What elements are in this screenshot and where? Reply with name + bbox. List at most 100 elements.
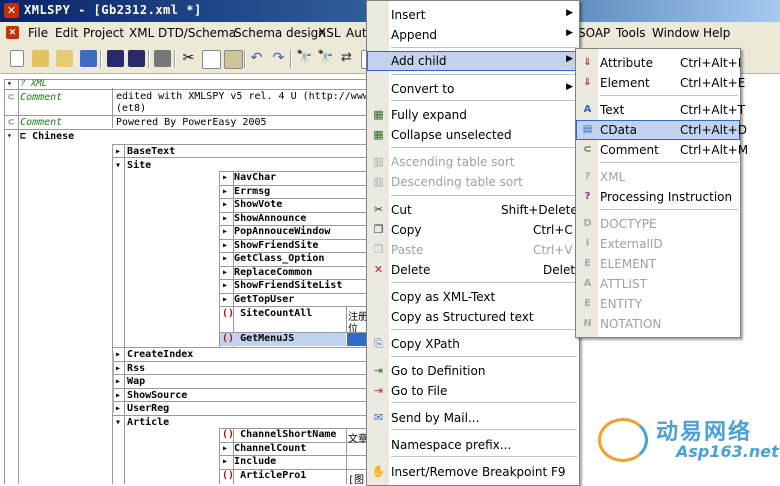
menu-item-copy-as-structured-text[interactable]: Copy as Structured text: [367, 307, 579, 327]
node-showvote[interactable]: ▸ ShowVote: [222, 199, 282, 210]
menu-item-delete[interactable]: ✕ Delete Delete: [367, 260, 583, 280]
node-userreg[interactable]: ▸ UserReg: [115, 403, 169, 414]
node-articlepro1[interactable]: () ArticlePro1: [222, 470, 306, 481]
submenu-item-processing-instruction[interactable]: ? Processing Instruction: [576, 187, 740, 207]
node-showfriendsitelist[interactable]: ▸ ShowFriendSiteList: [222, 280, 342, 291]
menu-item-copy-as-xml-text[interactable]: Copy as XML-Text: [367, 287, 579, 307]
node-showfriendsite[interactable]: ▸ ShowFriendSite: [222, 240, 318, 251]
expand-toggle[interactable]: ▸: [222, 294, 234, 305]
menu-schema-design[interactable]: Schema design: [234, 26, 326, 40]
comment-2-text[interactable]: Powered By PowerEasy 2005: [116, 117, 267, 128]
expand-toggle[interactable]: ▸: [222, 280, 234, 291]
menu-project[interactable]: Project: [83, 26, 124, 40]
open-url-icon[interactable]: [56, 50, 73, 67]
node-errmsg[interactable]: ▸ Errmsg: [222, 186, 270, 197]
paste-icon[interactable]: [224, 50, 243, 69]
expand-toggle[interactable]: ▸: [222, 172, 234, 183]
menu-window[interactable]: Window: [652, 26, 699, 40]
expand-toggle[interactable]: ▸: [115, 403, 127, 414]
expand-toggle[interactable]: ▸: [222, 226, 234, 237]
expand-toggle[interactable]: ▸: [222, 253, 234, 264]
expand-toggle[interactable]: ▸: [222, 443, 234, 454]
open-folder-icon[interactable]: [32, 50, 49, 67]
reload-icon[interactable]: [80, 50, 97, 67]
menu-item-copy[interactable]: ❐ Copy Ctrl+C: [367, 220, 579, 240]
undo-icon[interactable]: ↶: [248, 50, 265, 67]
expand-toggle[interactable]: ▸: [222, 240, 234, 251]
root-element[interactable]: ⊏ Chinese: [20, 131, 74, 142]
node-replacecommon[interactable]: ▸ ReplaceCommon: [222, 267, 312, 278]
save-all-icon[interactable]: [128, 50, 145, 67]
expand-toggle[interactable]: ▸: [222, 213, 234, 224]
menu-soap[interactable]: SOAP: [578, 26, 610, 40]
redo-icon[interactable]: ↷: [270, 50, 287, 67]
submenu-item-attribute[interactable]: ⇓ Attribute Ctrl+Alt+I: [576, 53, 741, 73]
copy-icon[interactable]: [202, 50, 221, 69]
expand-toggle[interactable]: ▸: [222, 199, 234, 210]
menu-item-cut[interactable]: ✂ Cut Shift+Delete: [367, 200, 579, 220]
menu-item-collapse-unselected[interactable]: ▦ Collapse unselected: [367, 125, 579, 145]
submenu-item-element[interactable]: ⇓ Element Ctrl+Alt+E: [576, 73, 745, 93]
node-showsource[interactable]: ▸ ShowSource: [115, 390, 187, 401]
menu-xsl[interactable]: XSL: [318, 26, 341, 40]
menu-item-send-by-mail[interactable]: ✉ Send by Mail...: [367, 408, 579, 428]
expand-toggle[interactable]: ▸: [222, 267, 234, 278]
menu-item-convert-to[interactable]: Convert to ▶: [367, 79, 579, 99]
submenu-item-comment[interactable]: ⊂ Comment Ctrl+Alt+M: [576, 140, 748, 160]
menu-item-copy-xpath[interactable]: ⎘ Copy XPath: [367, 334, 579, 354]
root-collapse-toggle[interactable]: ▾: [7, 131, 12, 140]
menu-item-add-child[interactable]: Add child ▶: [367, 51, 579, 71]
menu-item-namespace-prefix[interactable]: Namespace prefix...: [367, 435, 579, 455]
cut-icon[interactable]: ✂: [180, 50, 197, 67]
menu-edit[interactable]: Edit: [55, 26, 78, 40]
comment-node-2[interactable]: ⊂ Comment: [8, 117, 62, 128]
save-icon[interactable]: [107, 50, 124, 67]
xml-collapse-toggle[interactable]: ▾: [7, 79, 12, 88]
menu-tools[interactable]: Tools: [616, 26, 646, 40]
menu-item-append[interactable]: Append ▶: [367, 25, 579, 45]
node-getclass-option[interactable]: ▸ GetClass_Option: [222, 253, 324, 264]
comment-1-text[interactable]: edited with XMLSPY v5 rel. 4 U (http://w…: [116, 91, 393, 102]
menu-xml[interactable]: XML: [129, 26, 154, 40]
node-getmenujs[interactable]: () GetMenuJS: [222, 333, 294, 344]
node-popannoucewindow[interactable]: ▸ PopAnnouceWindow: [222, 226, 330, 237]
node-wap[interactable]: ▸ Wap: [115, 376, 145, 387]
menu-help[interactable]: Help: [703, 26, 730, 40]
menu-dtd-schema[interactable]: DTD/Schema: [158, 26, 236, 40]
node-gettopuser[interactable]: ▸ GetTopUser: [222, 294, 294, 305]
menu-item-go-to-file[interactable]: ⇥ Go to File: [367, 381, 579, 401]
menu-item-insert[interactable]: Insert ▶: [367, 5, 579, 25]
node-site[interactable]: ▾ Site: [115, 160, 151, 171]
expand-toggle[interactable]: ▾: [115, 417, 127, 428]
expand-toggle[interactable]: ▸: [115, 349, 127, 360]
node-createindex[interactable]: ▸ CreateIndex: [115, 349, 193, 360]
expand-toggle[interactable]: ▸: [115, 390, 127, 401]
replace-icon[interactable]: ⇄: [338, 50, 355, 67]
node-basetext[interactable]: ▸ BaseText: [115, 146, 175, 157]
find-next-icon[interactable]: 🔭: [317, 50, 334, 67]
submenu-item-text[interactable]: A Text Ctrl+Alt+T: [576, 100, 745, 120]
node-rss[interactable]: ▸ Rss: [115, 363, 145, 374]
expand-toggle[interactable]: ▸: [115, 376, 127, 387]
channelshortname-value[interactable]: 文章: [348, 430, 368, 445]
expand-toggle[interactable]: ▸: [222, 456, 234, 467]
node-navchar[interactable]: ▸ NavChar: [222, 172, 276, 183]
menu-item-fully-expand[interactable]: ▦ Fully expand: [367, 105, 579, 125]
menu-item-go-to-definition[interactable]: ⇥ Go to Definition: [367, 361, 579, 381]
node-article[interactable]: ▾ Article: [115, 417, 169, 428]
find-icon[interactable]: 🔭: [296, 50, 313, 67]
expand-toggle[interactable]: ▸: [115, 363, 127, 374]
node-channelshortname[interactable]: () ChannelShortName: [222, 429, 336, 440]
submenu-item-cdata[interactable]: ▤ CData Ctrl+Alt+D: [576, 120, 747, 140]
node-include[interactable]: ▸ Include: [222, 456, 276, 467]
expand-toggle[interactable]: ▸: [222, 186, 234, 197]
menu-file[interactable]: File: [28, 26, 48, 40]
node-channelcount[interactable]: ▸ ChannelCount: [222, 443, 306, 454]
menu-item-insert-remove-breakpoint[interactable]: ✋ Insert/Remove Breakpoint F9: [367, 462, 579, 482]
comment-node-1[interactable]: ⊂ Comment: [8, 92, 62, 103]
new-file-icon[interactable]: [10, 50, 24, 67]
document-icon[interactable]: ✕: [6, 26, 19, 39]
node-sitecountall[interactable]: () SiteCountAll: [222, 308, 312, 319]
node-showannounce[interactable]: ▸ ShowAnnounce: [222, 213, 306, 224]
print-icon[interactable]: [154, 50, 171, 67]
